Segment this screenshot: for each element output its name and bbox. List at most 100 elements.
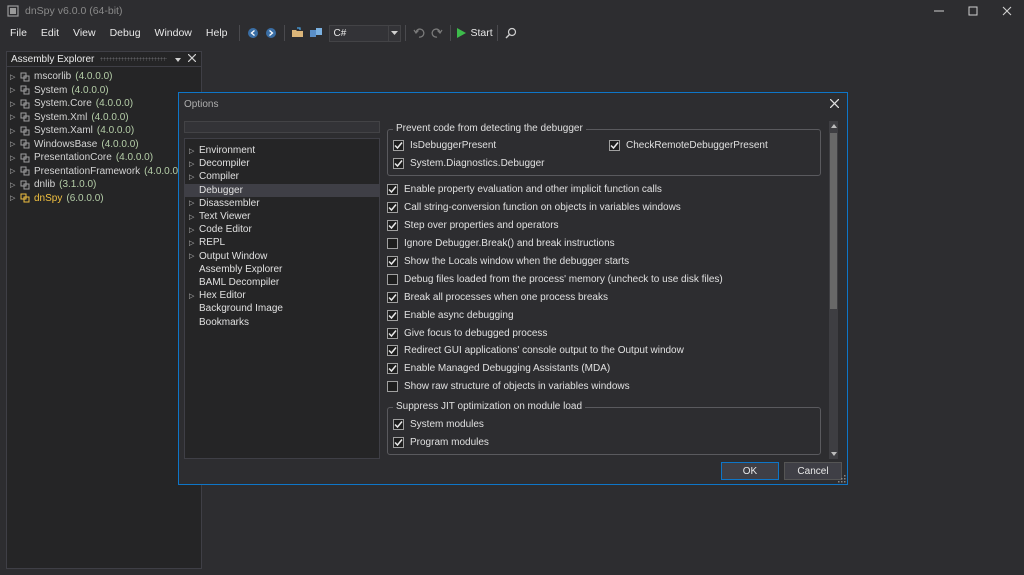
nav-item-assembly-explorer[interactable]: Assembly Explorer	[185, 263, 379, 276]
expand-arrow-icon[interactable]: ▷	[10, 73, 18, 81]
menu-edit[interactable]: Edit	[34, 23, 66, 43]
nav-item-debugger[interactable]: Debugger	[185, 183, 379, 197]
nav-item-repl[interactable]: ▷ REPL	[185, 236, 379, 249]
assembly-name: mscorlib	[34, 71, 72, 83]
start-debugging-button[interactable]: Start	[456, 27, 493, 39]
nav-item-code-editor[interactable]: ▷ Code Editor	[185, 223, 379, 236]
expand-arrow-icon[interactable]: ▷	[189, 160, 199, 168]
language-select[interactable]: C#	[328, 24, 401, 42]
expand-arrow-icon[interactable]: ▷	[189, 239, 199, 247]
assembly-item[interactable]: ▷ System.Xml (4.0.0.0)	[7, 111, 201, 125]
expand-arrow-icon[interactable]: ▷	[10, 154, 18, 162]
maximize-button[interactable]	[956, 0, 990, 22]
redo-button[interactable]	[428, 24, 446, 42]
assembly-item[interactable]: ▷ System (4.0.0.0)	[7, 84, 201, 98]
options-scrollbar[interactable]	[829, 121, 838, 459]
menu-file[interactable]: File	[3, 23, 34, 43]
minimize-button[interactable]	[922, 0, 956, 22]
expand-arrow-icon[interactable]: ▷	[10, 167, 18, 175]
cancel-button[interactable]: Cancel	[784, 462, 842, 480]
nav-item-decompiler[interactable]: ▷ Decompiler	[185, 157, 379, 170]
option-checkbox[interactable]: Give focus to debugged process	[387, 324, 829, 342]
prevent-detection-group: Prevent code from detecting the debugger…	[387, 123, 821, 176]
menu-view[interactable]: View	[66, 23, 103, 43]
open-list-button[interactable]	[307, 24, 325, 42]
checkbox-system-diagnostics-debugger[interactable]: System.Diagnostics.Debugger	[393, 155, 613, 173]
checkbox-isdebuggerpresent[interactable]: IsDebuggerPresent	[393, 137, 593, 155]
undo-button[interactable]	[410, 24, 428, 42]
option-checkbox[interactable]: Step over properties and operators	[387, 217, 829, 235]
expand-arrow-icon[interactable]: ▷	[10, 100, 18, 108]
option-checkbox[interactable]: Break all processes when one process bre…	[387, 288, 829, 306]
expand-arrow-icon[interactable]: ▷	[10, 113, 18, 121]
checkbox-box	[393, 419, 404, 431]
scroll-down-button[interactable]	[829, 449, 838, 459]
assembly-item[interactable]: ▷ System.Core (4.0.0.0)	[7, 97, 201, 111]
nav-item-baml-decompiler[interactable]: BAML Decompiler	[185, 276, 379, 289]
expand-arrow-icon[interactable]: ▷	[189, 147, 199, 155]
scroll-thumb[interactable]	[830, 133, 837, 309]
option-checkbox[interactable]: Enable async debugging	[387, 306, 829, 324]
expand-arrow-icon[interactable]: ▷	[189, 292, 199, 300]
assembly-version: (4.0.0.0)	[96, 125, 135, 137]
navigate-forward-button[interactable]	[262, 24, 280, 42]
assembly-item[interactable]: ▷ mscorlib (4.0.0.0)	[7, 70, 201, 84]
option-checkbox[interactable]: Show raw structure of objects in variabl…	[387, 378, 829, 396]
nav-item-bookmarks[interactable]: Bookmarks	[185, 315, 379, 328]
option-checkbox[interactable]: Ignore Debugger.Break() and break instru…	[387, 235, 829, 253]
menu-debug[interactable]: Debug	[103, 23, 148, 43]
expand-arrow-icon[interactable]: ▷	[10, 86, 18, 94]
assembly-item[interactable]: ▷ PresentationFramework (4.0.0.0)	[7, 165, 201, 179]
option-checkbox[interactable]: Enable property evaluation and other imp…	[387, 181, 829, 199]
expand-arrow-icon[interactable]: ▷	[189, 173, 199, 181]
options-search-input[interactable]	[184, 121, 380, 133]
checkbox-program-modules[interactable]: Program modules	[393, 434, 489, 452]
panel-menu-button[interactable]	[173, 54, 183, 64]
expand-arrow-icon[interactable]: ▷	[10, 127, 18, 135]
nav-item-compiler[interactable]: ▷ Compiler	[185, 170, 379, 183]
search-button[interactable]	[502, 24, 520, 42]
nav-item-label: Debugger	[199, 184, 243, 196]
nav-item-label: Compiler	[199, 171, 240, 183]
nav-item-text-viewer[interactable]: ▷ Text Viewer	[185, 210, 379, 223]
expand-arrow-icon[interactable]: ▷	[189, 213, 199, 221]
debugger-options-panel: Prevent code from detecting the debugger…	[387, 121, 829, 459]
assembly-item[interactable]: ▷ dnlib (3.1.0.0)	[7, 178, 201, 192]
dialog-close-button[interactable]	[829, 97, 840, 111]
assembly-item[interactable]: ▷ PresentationCore (4.0.0.0)	[7, 151, 201, 165]
assembly-item[interactable]: ▷ WindowsBase (4.0.0.0)	[7, 138, 201, 152]
expand-arrow-icon[interactable]: ▷	[189, 226, 199, 234]
nav-item-hex-editor[interactable]: ▷ Hex Editor	[185, 289, 379, 302]
option-checkbox[interactable]: Redirect GUI applications' console outpu…	[387, 342, 829, 360]
assembly-version: (4.0.0.0)	[91, 111, 129, 123]
scroll-up-button[interactable]	[829, 121, 838, 131]
checkbox-system-modules[interactable]: System modules	[393, 416, 484, 434]
option-checkbox[interactable]: Enable Managed Debugging Assistants (MDA…	[387, 360, 829, 378]
ok-button[interactable]: OK	[721, 462, 779, 480]
nav-item-environment[interactable]: ▷ Environment	[185, 144, 379, 157]
expand-arrow-icon[interactable]: ▷	[189, 199, 199, 207]
nav-item-disassembler[interactable]: ▷ Disassembler	[185, 197, 379, 210]
expand-arrow-icon[interactable]: ▷	[10, 140, 18, 148]
resize-grip-icon[interactable]	[838, 475, 846, 483]
option-checkbox[interactable]: Debug files loaded from the process' mem…	[387, 270, 829, 288]
panel-close-button[interactable]	[187, 53, 197, 64]
nav-item-output-window[interactable]: ▷ Output Window	[185, 250, 379, 263]
menu-help[interactable]: Help	[199, 23, 235, 43]
checkbox-checkremotedebuggerpresent[interactable]: CheckRemoteDebuggerPresent	[609, 137, 809, 155]
expand-arrow-icon[interactable]: ▷	[10, 181, 18, 189]
menu-window[interactable]: Window	[148, 23, 199, 43]
nav-item-label: Text Viewer	[199, 211, 251, 223]
navigate-back-button[interactable]	[244, 24, 262, 42]
expand-arrow-icon[interactable]: ▷	[189, 252, 199, 260]
close-window-button[interactable]	[990, 0, 1024, 22]
checkbox-box	[387, 220, 398, 232]
assembly-item[interactable]: ▷ System.Xaml (4.0.0.0)	[7, 124, 201, 138]
option-checkbox[interactable]: Show the Locals window when the debugger…	[387, 253, 829, 271]
panel-grip[interactable]	[100, 57, 167, 61]
expand-arrow-icon[interactable]: ▷	[10, 194, 18, 202]
open-button[interactable]	[289, 24, 307, 42]
assembly-item[interactable]: ▷ dnSpy (6.0.0.0)	[7, 192, 201, 206]
option-checkbox[interactable]: Call string-conversion function on objec…	[387, 199, 829, 217]
nav-item-background-image[interactable]: Background Image	[185, 302, 379, 315]
